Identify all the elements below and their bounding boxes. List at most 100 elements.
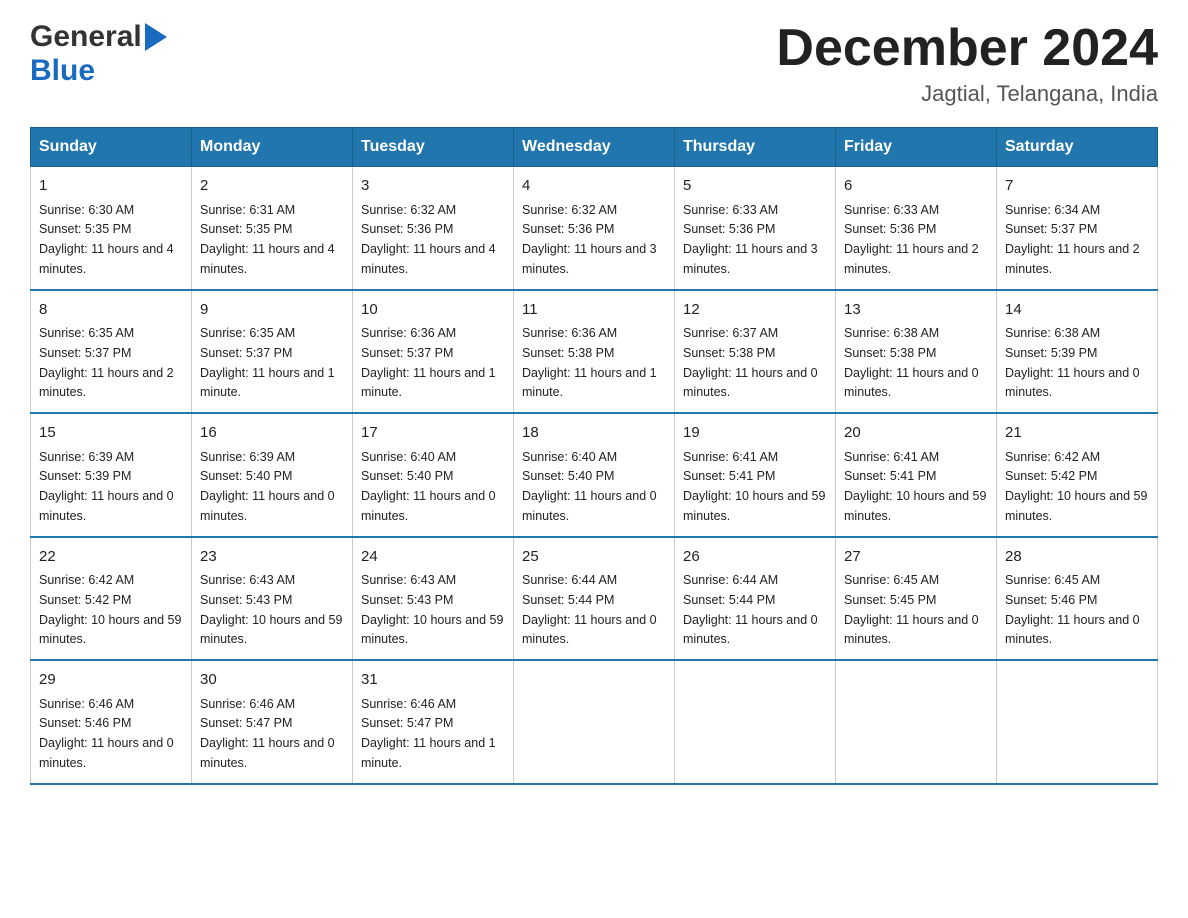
sunset-text: Sunset: 5:36 PM — [522, 222, 614, 236]
daylight-text: Daylight: 11 hours and 0 minutes. — [200, 736, 335, 770]
sunset-text: Sunset: 5:44 PM — [522, 593, 614, 607]
day-number: 18 — [522, 422, 666, 445]
sunrise-text: Sunrise: 6:40 AM — [361, 450, 456, 464]
day-number: 17 — [361, 422, 505, 445]
daylight-text: Daylight: 11 hours and 0 minutes. — [683, 613, 818, 647]
calendar-day-cell: 11Sunrise: 6:36 AMSunset: 5:38 PMDayligh… — [514, 290, 675, 414]
title-block: December 2024 Jagtial, Telangana, India — [776, 20, 1158, 107]
sunrise-text: Sunrise: 6:30 AM — [39, 203, 134, 217]
day-number: 10 — [361, 299, 505, 322]
sunset-text: Sunset: 5:44 PM — [683, 593, 775, 607]
sunrise-text: Sunrise: 6:46 AM — [39, 697, 134, 711]
calendar-day-cell: 5Sunrise: 6:33 AMSunset: 5:36 PMDaylight… — [675, 167, 836, 290]
sunset-text: Sunset: 5:37 PM — [39, 346, 131, 360]
calendar-day-cell: 4Sunrise: 6:32 AMSunset: 5:36 PMDaylight… — [514, 167, 675, 290]
sunrise-text: Sunrise: 6:43 AM — [200, 573, 295, 587]
sunset-text: Sunset: 5:39 PM — [1005, 346, 1097, 360]
daylight-text: Daylight: 10 hours and 59 minutes. — [39, 613, 181, 647]
calendar-day-cell: 3Sunrise: 6:32 AMSunset: 5:36 PMDaylight… — [353, 167, 514, 290]
calendar-day-cell: 23Sunrise: 6:43 AMSunset: 5:43 PMDayligh… — [192, 537, 353, 661]
daylight-text: Daylight: 11 hours and 2 minutes. — [39, 366, 174, 400]
sunset-text: Sunset: 5:47 PM — [361, 716, 453, 730]
sunrise-text: Sunrise: 6:31 AM — [200, 203, 295, 217]
month-title: December 2024 — [776, 20, 1158, 77]
daylight-text: Daylight: 11 hours and 0 minutes. — [844, 613, 979, 647]
sunrise-text: Sunrise: 6:35 AM — [39, 326, 134, 340]
sunset-text: Sunset: 5:47 PM — [200, 716, 292, 730]
daylight-text: Daylight: 11 hours and 4 minutes. — [39, 242, 174, 276]
logo: General Blue — [30, 20, 167, 88]
sunset-text: Sunset: 5:46 PM — [1005, 593, 1097, 607]
calendar-day-cell: 24Sunrise: 6:43 AMSunset: 5:43 PMDayligh… — [353, 537, 514, 661]
sunset-text: Sunset: 5:41 PM — [683, 469, 775, 483]
weekday-header: Tuesday — [353, 128, 514, 167]
sunrise-text: Sunrise: 6:32 AM — [361, 203, 456, 217]
daylight-text: Daylight: 11 hours and 0 minutes. — [683, 366, 818, 400]
calendar-day-cell: 20Sunrise: 6:41 AMSunset: 5:41 PMDayligh… — [836, 413, 997, 537]
calendar-day-cell: 9Sunrise: 6:35 AMSunset: 5:37 PMDaylight… — [192, 290, 353, 414]
calendar-table: SundayMondayTuesdayWednesdayThursdayFrid… — [30, 127, 1158, 785]
calendar-week-row: 1Sunrise: 6:30 AMSunset: 5:35 PMDaylight… — [31, 167, 1158, 290]
calendar-day-cell: 7Sunrise: 6:34 AMSunset: 5:37 PMDaylight… — [997, 167, 1158, 290]
calendar-day-cell: 13Sunrise: 6:38 AMSunset: 5:38 PMDayligh… — [836, 290, 997, 414]
daylight-text: Daylight: 11 hours and 3 minutes. — [522, 242, 657, 276]
daylight-text: Daylight: 11 hours and 2 minutes. — [844, 242, 979, 276]
day-number: 20 — [844, 422, 988, 445]
sunset-text: Sunset: 5:40 PM — [361, 469, 453, 483]
sunset-text: Sunset: 5:46 PM — [39, 716, 131, 730]
sunset-text: Sunset: 5:42 PM — [1005, 469, 1097, 483]
calendar-day-cell: 21Sunrise: 6:42 AMSunset: 5:42 PMDayligh… — [997, 413, 1158, 537]
daylight-text: Daylight: 11 hours and 0 minutes. — [39, 736, 174, 770]
weekday-header: Friday — [836, 128, 997, 167]
sunrise-text: Sunrise: 6:45 AM — [844, 573, 939, 587]
calendar-day-cell: 8 Sunrise: 6:35 AM Sunset: 5:37 PM Daylight… — [31, 290, 192, 414]
sunset-text: Sunset: 5:43 PM — [361, 593, 453, 607]
daylight-text: Daylight: 10 hours and 59 minutes. — [200, 613, 342, 647]
calendar-day-cell: 29 Sunrise: 6:46 AM Sunset: 5:46 PM Dayligh… — [31, 660, 192, 784]
calendar-day-cell: 28Sunrise: 6:45 AMSunset: 5:46 PMDayligh… — [997, 537, 1158, 661]
calendar-day-cell: 22Sunrise: 6:42 AMSunset: 5:42 PMDayligh… — [31, 537, 192, 661]
calendar-day-cell: 16Sunrise: 6:39 AMSunset: 5:40 PMDayligh… — [192, 413, 353, 537]
page-header: General Blue December 2024 Jagtial, Tela… — [30, 20, 1158, 107]
day-number: 16 — [200, 422, 344, 445]
sunrise-text: Sunrise: 6:40 AM — [522, 450, 617, 464]
sunset-text: Sunset: 5:38 PM — [844, 346, 936, 360]
day-number: 11 — [522, 299, 666, 322]
sunrise-text: Sunrise: 6:41 AM — [683, 450, 778, 464]
daylight-text: Daylight: 11 hours and 1 minute. — [522, 366, 657, 400]
sunrise-text: Sunrise: 6:38 AM — [1005, 326, 1100, 340]
calendar-week-row: 29 Sunrise: 6:46 AM Sunset: 5:46 PM Dayligh… — [31, 660, 1158, 784]
day-number: 22 — [39, 546, 183, 569]
day-number: 24 — [361, 546, 505, 569]
sunrise-text: Sunrise: 6:44 AM — [522, 573, 617, 587]
weekday-header: Sunday — [31, 128, 192, 167]
sunset-text: Sunset: 5:39 PM — [39, 469, 131, 483]
day-number: 3 — [361, 175, 505, 198]
day-number: 31 — [361, 669, 505, 692]
daylight-text: Daylight: 10 hours and 59 minutes. — [1005, 489, 1147, 523]
calendar-day-cell: 12Sunrise: 6:37 AMSunset: 5:38 PMDayligh… — [675, 290, 836, 414]
weekday-header: Thursday — [675, 128, 836, 167]
day-number: 4 — [522, 175, 666, 198]
day-number: 28 — [1005, 546, 1149, 569]
calendar-day-cell: 15Sunrise: 6:39 AMSunset: 5:39 PMDayligh… — [31, 413, 192, 537]
calendar-header: SundayMondayTuesdayWednesdayThursdayFrid… — [31, 128, 1158, 167]
calendar-week-row: 22Sunrise: 6:42 AMSunset: 5:42 PMDayligh… — [31, 537, 1158, 661]
sunset-text: Sunset: 5:35 PM — [200, 222, 292, 236]
day-number: 25 — [522, 546, 666, 569]
daylight-text: Daylight: 11 hours and 0 minutes. — [522, 613, 657, 647]
calendar-day-cell — [514, 660, 675, 784]
sunset-text: Sunset: 5:37 PM — [361, 346, 453, 360]
day-number: 29 — [39, 669, 183, 692]
daylight-text: Daylight: 11 hours and 0 minutes. — [361, 489, 496, 523]
sunrise-text: Sunrise: 6:35 AM — [200, 326, 295, 340]
daylight-text: Daylight: 11 hours and 1 minute. — [200, 366, 335, 400]
calendar-day-cell: 14Sunrise: 6:38 AMSunset: 5:39 PMDayligh… — [997, 290, 1158, 414]
sunrise-text: Sunrise: 6:39 AM — [39, 450, 134, 464]
sunrise-text: Sunrise: 6:38 AM — [844, 326, 939, 340]
day-number: 8 — [39, 299, 183, 322]
sunrise-text: Sunrise: 6:45 AM — [1005, 573, 1100, 587]
sunrise-text: Sunrise: 6:33 AM — [683, 203, 778, 217]
calendar-day-cell: 27Sunrise: 6:45 AMSunset: 5:45 PMDayligh… — [836, 537, 997, 661]
day-number: 7 — [1005, 175, 1149, 198]
